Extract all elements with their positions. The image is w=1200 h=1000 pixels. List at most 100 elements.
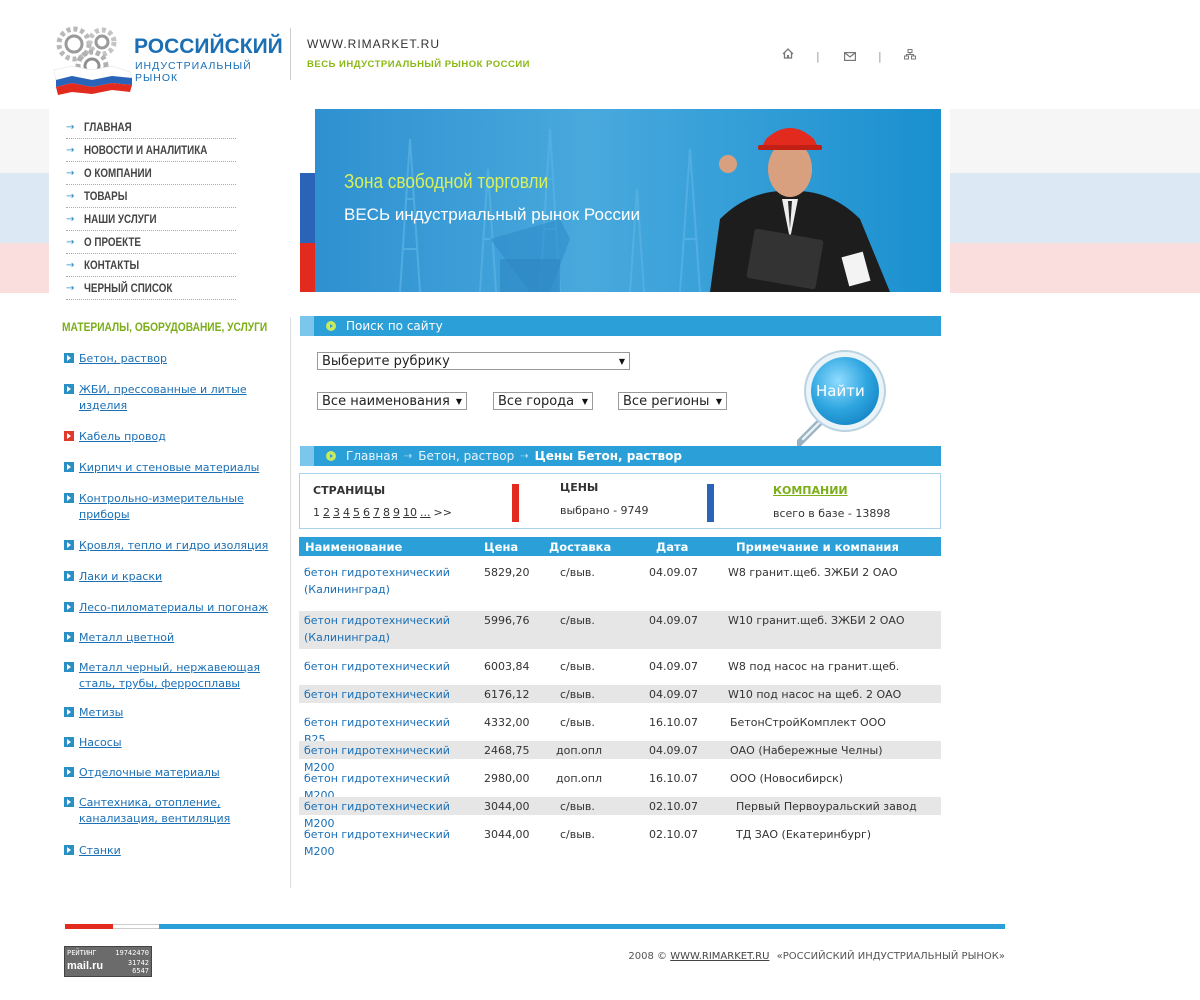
category-item[interactable]: Кровля, тепло и гидро изоляция <box>64 538 284 554</box>
find-button[interactable]: Найти <box>797 347 889 447</box>
col-note[interactable]: Примечание и компания <box>736 540 899 554</box>
footer-site-link[interactable]: WWW.RIMARKET.RU <box>670 951 769 962</box>
menu-item-7[interactable]: → ЧЕРНЫЙ СПИСОК <box>66 277 236 300</box>
price-cell: 3044,00 <box>484 800 530 813</box>
breadcrumb-arrow-icon: ⇢ <box>403 450 413 462</box>
table-row[interactable]: бетон гидротехнический В25 4332,00 с/выв. 1… <box>299 713 941 746</box>
col-name[interactable]: Наименование <box>305 540 402 554</box>
oil-rigs-illustration <box>399 128 890 292</box>
site-url: WWW.RIMARKET.RU <box>307 37 440 51</box>
menu-item-5[interactable]: → О ПРОЕКТЕ <box>66 231 236 254</box>
page-link[interactable]: 7 <box>373 506 380 519</box>
product-name-link[interactable]: бетон гидротехнический <box>304 658 474 675</box>
regions-select[interactable]: Все регионы ▼ <box>618 392 727 410</box>
delivery-cell: с/выв. <box>560 688 595 701</box>
page-link[interactable]: 9 <box>393 506 400 519</box>
category-item[interactable]: Контрольно-измерительные приборы <box>64 491 284 523</box>
menu-item-label: НОВОСТИ И АНАЛИТИКА <box>84 143 208 157</box>
header-separator: | <box>816 50 820 63</box>
delivery-cell: с/выв. <box>560 800 595 813</box>
sitemap-icon[interactable] <box>904 49 916 63</box>
product-name-link[interactable]: бетон гидротехнический <box>304 686 474 703</box>
table-row[interactable]: бетон гидротехнический 6003,84 с/выв. 04.09… <box>299 657 941 675</box>
category-item[interactable]: Металл цветной <box>64 630 284 646</box>
chevron-down-icon: ▼ <box>618 356 625 366</box>
product-name-link[interactable]: бетон гидротехнический (Калининград) <box>304 612 474 646</box>
site-tagline: ВЕСЬ ИНДУСТРИАЛЬНЫЙ РЫНОК РОССИИ <box>307 59 531 70</box>
menu-item-1[interactable]: → НОВОСТИ И АНАЛИТИКА <box>66 139 236 162</box>
cities-select[interactable]: Все города ▼ <box>493 392 593 410</box>
product-name-link[interactable]: бетон гидротехнический М200 <box>304 826 474 860</box>
breadcrumb-link-category[interactable]: Бетон, раствор <box>418 449 514 463</box>
arrow-right-icon: → <box>66 259 75 271</box>
menu-item-label: О ПРОЕКТЕ <box>84 235 141 249</box>
note-cell: W10 под насос на щеб. 2 ОАО <box>728 688 902 701</box>
menu-item-2[interactable]: → О КОМПАНИИ <box>66 162 236 185</box>
mailru-rating-counter[interactable]: РЕЙТИНГ 19742470 mail.ru 31742 6547 <box>64 946 152 977</box>
bullet-arrow-icon <box>64 767 74 777</box>
table-row[interactable]: бетон гидротехнический М200 2980,00 доп.оп… <box>299 769 941 802</box>
page-link[interactable]: >> <box>434 506 452 519</box>
bar-lead <box>300 316 314 336</box>
table-row[interactable]: бетон гидротехнический М200 3044,00 с/выв.… <box>299 825 941 858</box>
category-item[interactable]: Кабель провод <box>64 429 284 445</box>
category-item[interactable]: Сантехника, отопление, канализация, вент… <box>64 795 284 827</box>
category-item[interactable]: Насосы <box>64 735 284 751</box>
breadcrumb-link-home[interactable]: Главная <box>346 449 398 463</box>
logo-title: РОССИЙСКИЙ <box>134 35 283 58</box>
price-cell: 5829,20 <box>484 566 530 579</box>
companies-link[interactable]: КОМПАНИИ <box>773 484 848 497</box>
mail-icon[interactable] <box>844 50 857 64</box>
menu-item-3[interactable]: → ТОВАРЫ <box>66 185 236 208</box>
category-label: Сантехника, отопление, канализация, вент… <box>79 796 231 825</box>
companies-count: всего в базе - 13898 <box>773 507 891 520</box>
bullet-arrow-icon <box>64 384 74 394</box>
category-item[interactable]: Отделочные материалы <box>64 765 284 781</box>
regions-select-value: Все регионы <box>623 393 710 409</box>
page-link[interactable]: 8 <box>383 506 390 519</box>
menu-item-6[interactable]: → КОНТАКТЫ <box>66 254 236 277</box>
category-item[interactable]: Лаки и краски <box>64 569 284 585</box>
product-name-link[interactable]: бетон гидротехнический (Калининград) <box>304 564 474 598</box>
page-link[interactable]: 4 <box>343 506 350 519</box>
category-item[interactable]: Лесо-пиломатериалы и погонаж <box>64 600 284 616</box>
names-select[interactable]: Все наименования ▼ <box>317 392 467 410</box>
category-item[interactable]: ЖБИ, прессованные и литые изделия <box>64 382 284 414</box>
category-item[interactable]: Бетон, раствор <box>64 351 284 367</box>
table-row[interactable]: бетон гидротехнический М200 3044,00 с/выв.… <box>299 797 941 830</box>
category-item[interactable]: Станки <box>64 843 284 859</box>
page-link[interactable]: 1 <box>313 506 320 519</box>
page-link[interactable]: 2 <box>323 506 330 519</box>
table-row[interactable]: бетон гидротехнический 6176,12 с/выв. 04.09… <box>299 685 941 703</box>
category-label: Насосы <box>79 736 122 749</box>
page-link[interactable]: ... <box>420 506 431 519</box>
note-cell: БетонСтройКомплект ООО <box>730 716 886 729</box>
category-item[interactable]: Метизы <box>64 705 284 721</box>
price-cell: 5996,76 <box>484 614 530 627</box>
table-row[interactable]: бетон гидротехнический М200 2468,75 доп.оп… <box>299 741 941 774</box>
page-link[interactable]: 3 <box>333 506 340 519</box>
delivery-cell: доп.опл <box>556 744 602 757</box>
col-delivery[interactable]: Доставка <box>549 540 611 554</box>
rubric-select[interactable]: Выберите рубрику ▼ <box>317 352 630 370</box>
category-item[interactable]: Кирпич и стеновые материалы <box>64 460 284 476</box>
menu-item-label: КОНТАКТЫ <box>84 258 140 272</box>
site-logo[interactable]: РОССИЙСКИЙ ИНДУСТРИАЛЬНЫЙ РЫНОК <box>52 22 283 98</box>
page-link[interactable]: 5 <box>353 506 360 519</box>
col-price[interactable]: Цена <box>484 540 518 554</box>
names-select-value: Все наименования <box>322 393 450 409</box>
page-link[interactable]: 6 <box>363 506 370 519</box>
table-row[interactable]: бетон гидротехнический (Калининград) 5996… <box>299 611 941 649</box>
home-icon[interactable] <box>782 48 794 62</box>
bullet-arrow-icon <box>326 321 336 331</box>
arrow-right-icon: → <box>66 121 75 133</box>
main-menu: → ГЛАВНАЯ → НОВОСТИ И АНАЛИТИКА → О КОМПАНИИ →… <box>66 116 236 300</box>
chevron-down-icon: ▼ <box>715 396 722 406</box>
category-item[interactable]: Металл черный, нержавеющая сталь, трубы,… <box>64 660 284 692</box>
col-date[interactable]: Дата <box>656 540 688 554</box>
menu-item-0[interactable]: → ГЛАВНАЯ <box>66 116 236 139</box>
arrow-right-icon: → <box>66 236 75 248</box>
table-row[interactable]: бетон гидротехнический (Калининград) 5829… <box>299 563 941 603</box>
page-link[interactable]: 10 <box>403 506 417 519</box>
menu-item-4[interactable]: → НАШИ УСЛУГИ <box>66 208 236 231</box>
